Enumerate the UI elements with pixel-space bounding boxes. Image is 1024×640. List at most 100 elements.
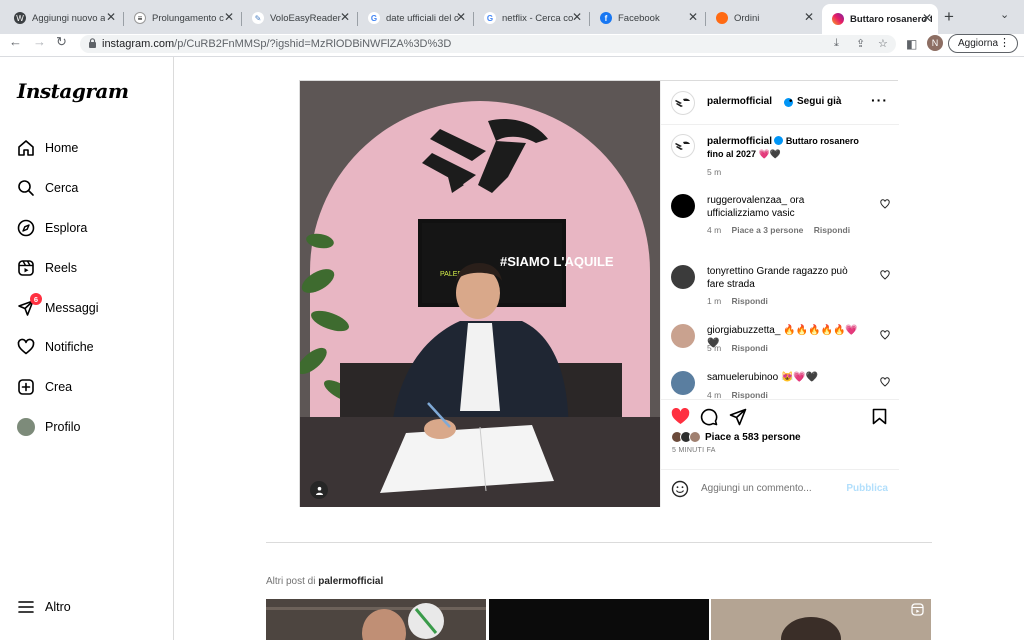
comment-input[interactable]: Aggiungi un commento... bbox=[701, 483, 812, 494]
comment-item: tonyrettino Grande ragazzo può fare stra… bbox=[707, 265, 867, 291]
sidebar-item-notifiche[interactable]: Notifiche bbox=[16, 335, 94, 359]
flame-icon bbox=[716, 12, 728, 24]
tab-wordpress[interactable]: W Aggiungi nuovo a ✕ bbox=[4, 6, 122, 30]
sidebar-item-label: Altro bbox=[45, 600, 71, 614]
more-posts-heading: Altri post di palermofficial bbox=[266, 576, 383, 587]
close-icon[interactable]: ✕ bbox=[570, 10, 584, 24]
post-caption: palermofficial Buttaro rosanero fino al … bbox=[707, 135, 877, 161]
more-post-thumbnail[interactable] bbox=[489, 599, 709, 640]
more-posts-author[interactable]: palermofficial bbox=[318, 576, 383, 587]
tab-google-date[interactable]: G date ufficiali del c ✕ bbox=[358, 6, 472, 30]
share-send-icon[interactable] bbox=[729, 408, 747, 426]
reply-button[interactable]: Rispondi bbox=[732, 343, 768, 353]
close-icon[interactable]: ✕ bbox=[802, 10, 816, 24]
address-bar[interactable]: instagram.com/p/CuRB2FnMMSp/?igshid=MzRl… bbox=[80, 35, 896, 53]
sidebar-item-messaggi[interactable]: 6 Messaggi bbox=[16, 293, 99, 320]
back-arrow-icon[interactable]: ← bbox=[9, 34, 22, 49]
more-vert-icon[interactable]: ⋮ bbox=[999, 36, 1010, 49]
close-icon[interactable]: ✕ bbox=[338, 10, 352, 24]
author-username[interactable]: palermofficial bbox=[707, 96, 772, 107]
tab-google-netflix[interactable]: G netflix - Cerca co ✕ bbox=[474, 6, 588, 30]
update-button-label: Aggiorna bbox=[958, 38, 999, 49]
commenter-avatar[interactable] bbox=[671, 194, 695, 218]
reply-button[interactable]: Rispondi bbox=[814, 225, 850, 235]
comment-heart-icon[interactable] bbox=[880, 377, 890, 387]
save-bookmark-icon[interactable] bbox=[872, 408, 887, 425]
signing-photo-illustration: #SIAMO L'AQUILE PALERMO bbox=[300, 81, 660, 507]
google-icon: G bbox=[368, 12, 380, 24]
comment-username[interactable]: samuelerubinoo bbox=[707, 372, 778, 383]
sidebar-item-label: Messaggi bbox=[45, 301, 99, 315]
reload-icon[interactable]: ↻ bbox=[56, 34, 67, 50]
sidebar-item-cerca[interactable]: Cerca bbox=[16, 176, 78, 200]
tab-ordini[interactable]: Ordini ✕ bbox=[706, 6, 820, 30]
instagram-icon bbox=[832, 13, 844, 25]
sidebar-item-label: Crea bbox=[45, 380, 73, 394]
tab-facebook[interactable]: f Facebook ✕ bbox=[590, 6, 704, 30]
sidebar-item-altro[interactable]: Altro bbox=[16, 595, 71, 619]
comment-item: samuelerubinoo 😻💗🖤 bbox=[707, 371, 867, 384]
download-icon[interactable]: ⤓ bbox=[834, 37, 839, 50]
reply-button[interactable]: Rispondi bbox=[732, 296, 768, 306]
close-icon[interactable]: ✕ bbox=[454, 10, 468, 24]
facebook-icon: f bbox=[600, 12, 612, 24]
tab-title: netflix - Cerca co bbox=[502, 12, 574, 24]
browser-profile-avatar[interactable]: N bbox=[927, 35, 943, 51]
new-tab-icon[interactable]: + bbox=[944, 7, 954, 27]
side-panel-icon[interactable]: ◧ bbox=[906, 37, 917, 51]
palermo-logo-icon bbox=[675, 98, 690, 107]
sidebar-item-home[interactable]: Home bbox=[16, 136, 78, 160]
emoji-icon[interactable] bbox=[671, 480, 689, 498]
post-photo[interactable]: #SIAMO L'AQUILE PALERMO bbox=[300, 81, 660, 507]
comment-username[interactable]: ruggerovalenzaa_ bbox=[707, 195, 787, 206]
sidebar-item-reels[interactable]: Reels bbox=[16, 256, 77, 280]
commenter-avatar[interactable] bbox=[671, 371, 695, 395]
share-icon[interactable]: ⇪ bbox=[856, 37, 865, 50]
site-info-icon[interactable] bbox=[88, 38, 97, 48]
more-options-icon[interactable]: ··· bbox=[871, 92, 888, 108]
close-icon[interactable]: ✕ bbox=[104, 10, 118, 24]
liked-heart-icon[interactable] bbox=[671, 408, 690, 425]
commenter-avatar[interactable] bbox=[671, 265, 695, 289]
tagged-user-icon[interactable] bbox=[310, 481, 328, 499]
instagram-logo[interactable]: Instagram bbox=[17, 79, 129, 103]
likes-summary[interactable]: Piace a 583 persone bbox=[671, 431, 801, 443]
close-icon[interactable]: ✕ bbox=[920, 11, 934, 25]
author-avatar[interactable] bbox=[671, 91, 695, 115]
comment-icon[interactable] bbox=[700, 408, 718, 426]
commenter-avatar[interactable] bbox=[671, 324, 695, 348]
comment-composer: Aggiungi un commento... Pubblica bbox=[661, 469, 899, 507]
comment-heart-icon[interactable] bbox=[880, 199, 890, 209]
likes-count[interactable]: Piace a 583 persone bbox=[705, 432, 801, 443]
sidebar-item-crea[interactable]: Crea bbox=[16, 375, 72, 399]
tab-title: date ufficiali del c bbox=[386, 12, 459, 24]
update-button[interactable]: Aggiorna ⋮ bbox=[948, 34, 1018, 53]
close-icon[interactable]: ✕ bbox=[222, 10, 236, 24]
tab-search-chevron-icon[interactable]: ⌄ bbox=[1000, 8, 1009, 21]
home-icon bbox=[16, 138, 36, 158]
tab-instagram-active[interactable]: Buttaro rosanero fi ✕ bbox=[822, 4, 938, 34]
caption-username[interactable]: palermofficial bbox=[707, 136, 772, 147]
message-count-badge: 6 bbox=[30, 293, 42, 305]
comment-username[interactable]: tonyrettino bbox=[707, 266, 754, 277]
tab-prolungamento[interactable]: ≡ Prolungamento c ✕ bbox=[124, 6, 240, 30]
comment-likes-count[interactable]: Piace a 3 persone bbox=[732, 225, 804, 235]
comment-heart-icon[interactable] bbox=[880, 270, 890, 280]
tab-title: Facebook bbox=[618, 12, 660, 24]
comment-username[interactable]: giorgiabuzzetta_ bbox=[707, 325, 780, 336]
bookmark-star-icon[interactable]: ☆ bbox=[878, 37, 888, 50]
comment-heart-icon[interactable] bbox=[880, 330, 890, 340]
more-post-thumbnail[interactable] bbox=[266, 599, 486, 640]
follow-status-button[interactable]: Segui già bbox=[797, 96, 841, 107]
sidebar-item-label: Notifiche bbox=[45, 340, 94, 354]
tab-voloeasyreader[interactable]: ✎ VoloEasyReader ✕ bbox=[242, 6, 356, 30]
forward-arrow-icon[interactable]: → bbox=[33, 34, 46, 49]
publish-button[interactable]: Pubblica bbox=[846, 483, 888, 494]
more-post-thumbnail[interactable] bbox=[711, 599, 931, 640]
sidebar-item-profilo[interactable]: Profilo bbox=[16, 415, 80, 439]
sidebar-item-label: Esplora bbox=[45, 221, 88, 235]
sidebar-item-esplora[interactable]: Esplora bbox=[16, 216, 87, 240]
tab-title: Ordini bbox=[734, 12, 760, 24]
caption-author-avatar[interactable] bbox=[671, 134, 695, 158]
close-icon[interactable]: ✕ bbox=[686, 10, 700, 24]
